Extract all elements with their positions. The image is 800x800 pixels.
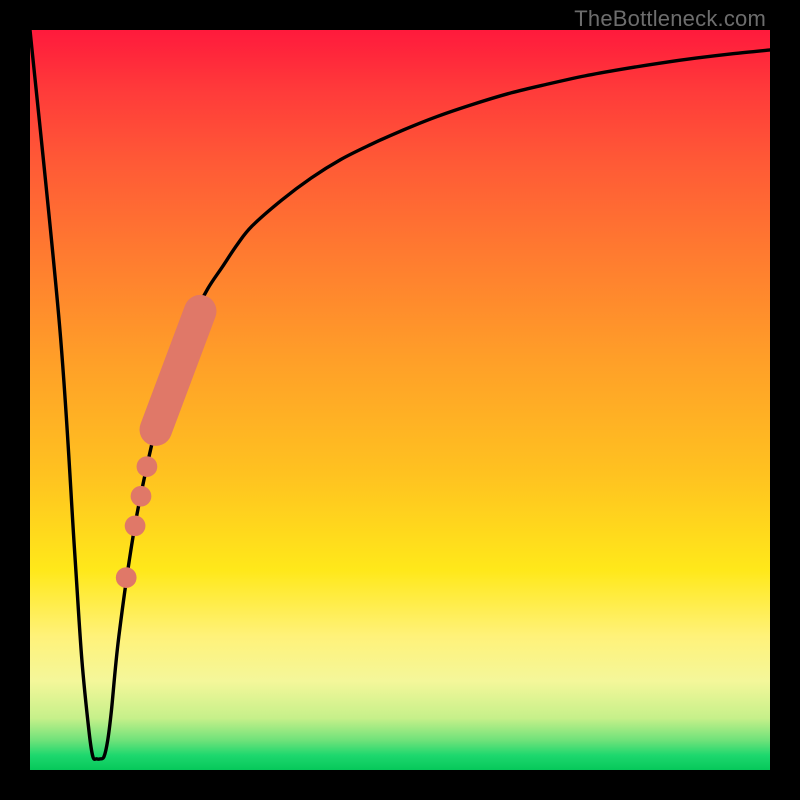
highlight-dot (131, 486, 152, 507)
highlight-dots (116, 456, 157, 588)
watermark-text: TheBottleneck.com (574, 6, 766, 32)
bottleneck-curve (30, 30, 770, 759)
chart-svg (30, 30, 770, 770)
highlight-dot (125, 515, 146, 536)
highlight-band (156, 311, 200, 429)
highlight-dot (116, 567, 137, 588)
highlight-dot (137, 456, 158, 477)
chart-frame: TheBottleneck.com (0, 0, 800, 800)
plot-area (30, 30, 770, 770)
